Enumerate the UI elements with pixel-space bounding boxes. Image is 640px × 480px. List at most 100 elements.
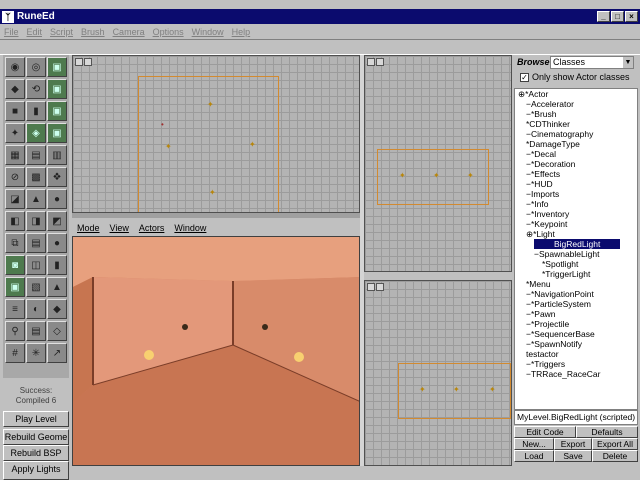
menu-edit[interactable]: Edit bbox=[23, 27, 47, 37]
rotate-icon[interactable]: ⟲ bbox=[26, 79, 46, 99]
subtract-brush-icon[interactable]: ◨ bbox=[26, 211, 46, 231]
rebuild-bsp-button[interactable]: Rebuild BSP bbox=[3, 445, 69, 461]
zone-icon[interactable]: ▧ bbox=[26, 277, 46, 297]
texture-scale-icon[interactable]: ▣ bbox=[47, 101, 67, 121]
viewport-options-icon[interactable] bbox=[376, 58, 384, 66]
cylinder-icon[interactable]: ▮ bbox=[26, 101, 46, 121]
cylinder-solid-icon[interactable]: ▮ bbox=[47, 255, 67, 275]
tree-item[interactable]: −*SequencerBase bbox=[515, 329, 637, 339]
ball-icon[interactable]: ● bbox=[47, 233, 67, 253]
cube-icon[interactable]: ■ bbox=[5, 101, 25, 121]
export-button[interactable]: Export bbox=[554, 438, 592, 450]
tree-item[interactable]: −*Effects bbox=[515, 169, 637, 179]
light-icon[interactable]: ✦ bbox=[399, 171, 406, 180]
viewport-splitter[interactable] bbox=[72, 213, 360, 218]
tree-item[interactable]: −*NavigationPoint bbox=[515, 289, 637, 299]
maximize-button[interactable]: □ bbox=[611, 11, 624, 22]
viewport-top[interactable]: ✦ ✦ ✦ ✦ • bbox=[72, 55, 360, 213]
tree-item[interactable]: ⊕*Light bbox=[515, 229, 637, 239]
tree-item[interactable]: −Imports bbox=[515, 189, 637, 199]
tree-item[interactable]: −*Decoration bbox=[515, 159, 637, 169]
mesh-brush-icon[interactable]: ▤ bbox=[26, 145, 46, 165]
apply-lights-button[interactable]: Apply Lights bbox=[3, 461, 69, 480]
minimize-button[interactable]: _ bbox=[597, 11, 610, 22]
tree-item[interactable]: −TRRace_RaceCar bbox=[515, 369, 637, 379]
terrain-icon[interactable]: ▥ bbox=[47, 145, 67, 165]
chevron-down-icon[interactable]: ▼ bbox=[623, 56, 633, 68]
search-icon[interactable]: ⚲ bbox=[5, 321, 25, 341]
scale-icon[interactable]: ◆ bbox=[5, 79, 25, 99]
tree-item[interactable]: *DamageType bbox=[515, 139, 637, 149]
viewport-mode-icon[interactable] bbox=[367, 58, 375, 66]
intersect-icon[interactable]: ◩ bbox=[47, 211, 67, 231]
viewport-options-icon[interactable] bbox=[84, 58, 92, 66]
web-icon[interactable]: ✳ bbox=[26, 343, 46, 363]
menu-file[interactable]: File bbox=[0, 27, 23, 37]
plane-icon[interactable]: ◇ bbox=[47, 321, 67, 341]
play-level-button[interactable]: Play Level bbox=[3, 411, 69, 427]
grid-brush-icon[interactable]: ▦ bbox=[5, 145, 25, 165]
deintersect-icon[interactable]: ◙ bbox=[5, 255, 25, 275]
viewport-options-icon[interactable] bbox=[376, 283, 384, 291]
check-icon[interactable]: ✓ bbox=[520, 72, 529, 82]
tree-item[interactable]: −Accelerator bbox=[515, 99, 637, 109]
no-icon[interactable]: ⊘ bbox=[5, 167, 25, 187]
viewport-mode-icon[interactable] bbox=[75, 58, 83, 66]
sheet-icon[interactable]: ❖ bbox=[47, 167, 67, 187]
light-icon[interactable]: ✦ bbox=[467, 171, 474, 180]
close-button[interactable]: × bbox=[625, 11, 638, 22]
tree-item[interactable]: *Spotlight bbox=[515, 259, 637, 269]
vertex-icon[interactable]: ✦ bbox=[5, 123, 25, 143]
delete-button[interactable]: Delete bbox=[592, 450, 638, 462]
only-actor-checkbox[interactable]: ✓ Only show Actor classes bbox=[520, 72, 630, 82]
sphere-icon[interactable]: ● bbox=[47, 189, 67, 209]
align-icon[interactable]: ≡ bbox=[5, 299, 25, 319]
edit-code-button[interactable]: Edit Code bbox=[514, 426, 576, 438]
tree-item[interactable]: ⊕*Actor bbox=[515, 89, 637, 99]
browser-type-select[interactable]: Classes ▼ bbox=[550, 55, 634, 69]
viewport-front[interactable]: ✦ ✦ ✦ bbox=[364, 55, 512, 272]
rebuild-geometry-button[interactable]: Rebuild Geome bbox=[3, 429, 69, 445]
viewport-perspective[interactable] bbox=[72, 236, 360, 466]
save-button[interactable]: Save bbox=[554, 450, 592, 462]
tree-item[interactable]: −*Keypoint bbox=[515, 219, 637, 229]
new-button[interactable]: New... bbox=[514, 438, 554, 450]
export-all-button[interactable]: Export All bbox=[592, 438, 638, 450]
tree-item[interactable]: BigRedLight bbox=[515, 239, 637, 249]
mover-icon[interactable]: ◫ bbox=[26, 255, 46, 275]
viewport-splitter[interactable] bbox=[360, 55, 364, 466]
tree-expander-icon[interactable] bbox=[534, 239, 554, 249]
tree-item[interactable]: −*ParticleSystem bbox=[515, 299, 637, 309]
viewport-mode-icon[interactable] bbox=[367, 283, 375, 291]
tree-item[interactable]: −*Projectile bbox=[515, 319, 637, 329]
checker-icon[interactable]: ▩ bbox=[26, 167, 46, 187]
light-icon[interactable]: ✦ bbox=[207, 100, 214, 109]
stack-icon[interactable]: ▤ bbox=[26, 233, 46, 253]
light-icon[interactable]: ✦ bbox=[453, 385, 460, 394]
tree-item[interactable]: −*Info bbox=[515, 199, 637, 209]
zoom-icon[interactable]: ◎ bbox=[26, 57, 46, 77]
light-icon[interactable]: ✦ bbox=[489, 385, 496, 394]
menu-brush[interactable]: Brush bbox=[77, 27, 109, 37]
menu-options[interactable]: Options bbox=[149, 27, 188, 37]
menu-script[interactable]: Script bbox=[46, 27, 77, 37]
tree-item[interactable]: *TriggerLight bbox=[515, 269, 637, 279]
player-start-icon[interactable]: • bbox=[161, 120, 164, 129]
viewport-side[interactable]: ✦ ✦ ✦ bbox=[364, 280, 512, 466]
pages-icon[interactable]: ▤ bbox=[26, 321, 46, 341]
semisolid-icon[interactable]: ▣ bbox=[5, 277, 25, 297]
face-drag-icon[interactable]: ◈ bbox=[26, 123, 46, 143]
menu-mode[interactable]: Mode bbox=[72, 223, 105, 233]
light-icon[interactable]: ✦ bbox=[165, 142, 172, 151]
menu-actors[interactable]: Actors bbox=[134, 223, 170, 233]
light-icon[interactable]: ✦ bbox=[433, 171, 440, 180]
camera-icon[interactable]: ◉ bbox=[5, 57, 25, 77]
brush-clip-icon[interactable]: ▣ bbox=[47, 57, 67, 77]
tree-item[interactable]: −*Inventory bbox=[515, 209, 637, 219]
defaults-button[interactable]: Defaults bbox=[576, 426, 638, 438]
light-icon[interactable]: ✦ bbox=[209, 188, 216, 197]
spike-icon[interactable]: ▲ bbox=[47, 277, 67, 297]
stairs-icon[interactable]: ◪ bbox=[5, 189, 25, 209]
tree-item[interactable]: −SpawnableLight bbox=[515, 249, 637, 259]
tree-item[interactable]: *CDThinker bbox=[515, 119, 637, 129]
